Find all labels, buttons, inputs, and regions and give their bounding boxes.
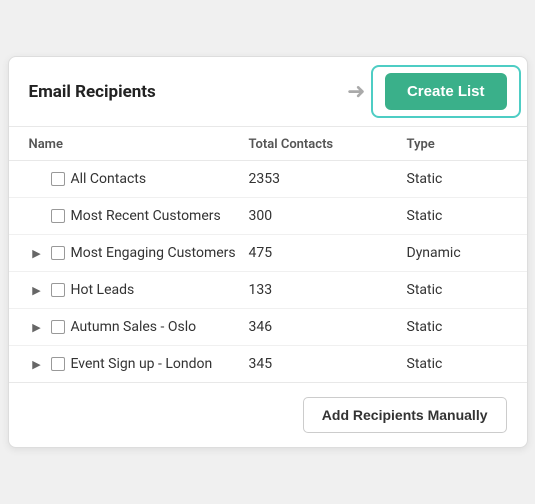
row-type: Dynamic [407, 245, 507, 261]
col-header-name: Name [29, 137, 249, 152]
row-name-cell: ▶ Autumn Sales - Oslo [29, 319, 249, 335]
create-list-wrapper: ➜ Create List [385, 73, 507, 110]
row-count: 346 [249, 319, 407, 335]
row-name-label: Most Engaging Customers [71, 245, 236, 261]
arrow-icon: ➜ [347, 79, 365, 104]
table-row: ▶ Most Engaging Customers 475Dynamic [9, 235, 527, 272]
expand-icon[interactable]: ▶ [29, 356, 45, 372]
row-checkbox[interactable] [51, 357, 65, 371]
table-body: All Contacts2353StaticMost Recent Custom… [9, 161, 527, 383]
col-header-type: Type [407, 137, 507, 152]
expand-icon[interactable]: ▶ [29, 319, 45, 335]
row-type: Static [407, 319, 507, 335]
row-type: Static [407, 282, 507, 298]
panel-header: Email Recipients ➜ Create List [9, 57, 527, 127]
row-name-label: All Contacts [71, 171, 147, 187]
row-checkbox[interactable] [51, 209, 65, 223]
row-type: Static [407, 356, 507, 372]
row-name-cell: All Contacts [29, 171, 249, 187]
row-checkbox[interactable] [51, 246, 65, 260]
table-row: Most Recent Customers 300Static [9, 198, 527, 235]
row-name-cell: ▶ Hot Leads [29, 282, 249, 298]
table-row: ▶ Autumn Sales - Oslo 346Static [9, 309, 527, 346]
row-checkbox[interactable] [51, 283, 65, 297]
row-count: 475 [249, 245, 407, 261]
expand-icon[interactable]: ▶ [29, 245, 45, 261]
row-name-label: Autumn Sales - Oslo [71, 319, 197, 335]
row-checkbox[interactable] [51, 320, 65, 334]
row-checkbox[interactable] [51, 172, 65, 186]
row-name-cell: ▶ Most Engaging Customers [29, 245, 249, 261]
row-count: 2353 [249, 171, 407, 187]
add-recipients-button[interactable]: Add Recipients Manually [303, 397, 507, 433]
row-count: 345 [249, 356, 407, 372]
col-header-contacts: Total Contacts [249, 137, 407, 152]
row-count: 300 [249, 208, 407, 224]
table-row: ▶ Event Sign up - London 345Static [9, 346, 527, 382]
row-type: Static [407, 171, 507, 187]
panel-footer: Add Recipients Manually [9, 383, 527, 447]
row-type: Static [407, 208, 507, 224]
row-name-cell: Most Recent Customers [29, 208, 249, 224]
table-row: All Contacts 2353Static [9, 161, 527, 198]
row-name-label: Most Recent Customers [71, 208, 221, 224]
create-list-button[interactable]: Create List [385, 73, 507, 110]
row-name-label: Hot Leads [71, 282, 135, 298]
table-row: ▶ Hot Leads 133Static [9, 272, 527, 309]
row-name-cell: ▶ Event Sign up - London [29, 356, 249, 372]
panel-title: Email Recipients [29, 82, 156, 102]
expand-icon[interactable]: ▶ [29, 282, 45, 298]
table-header: Name Total Contacts Type [9, 127, 527, 161]
row-count: 133 [249, 282, 407, 298]
row-name-label: Event Sign up - London [71, 356, 213, 372]
email-recipients-panel: Email Recipients ➜ Create List Name Tota… [8, 56, 528, 448]
